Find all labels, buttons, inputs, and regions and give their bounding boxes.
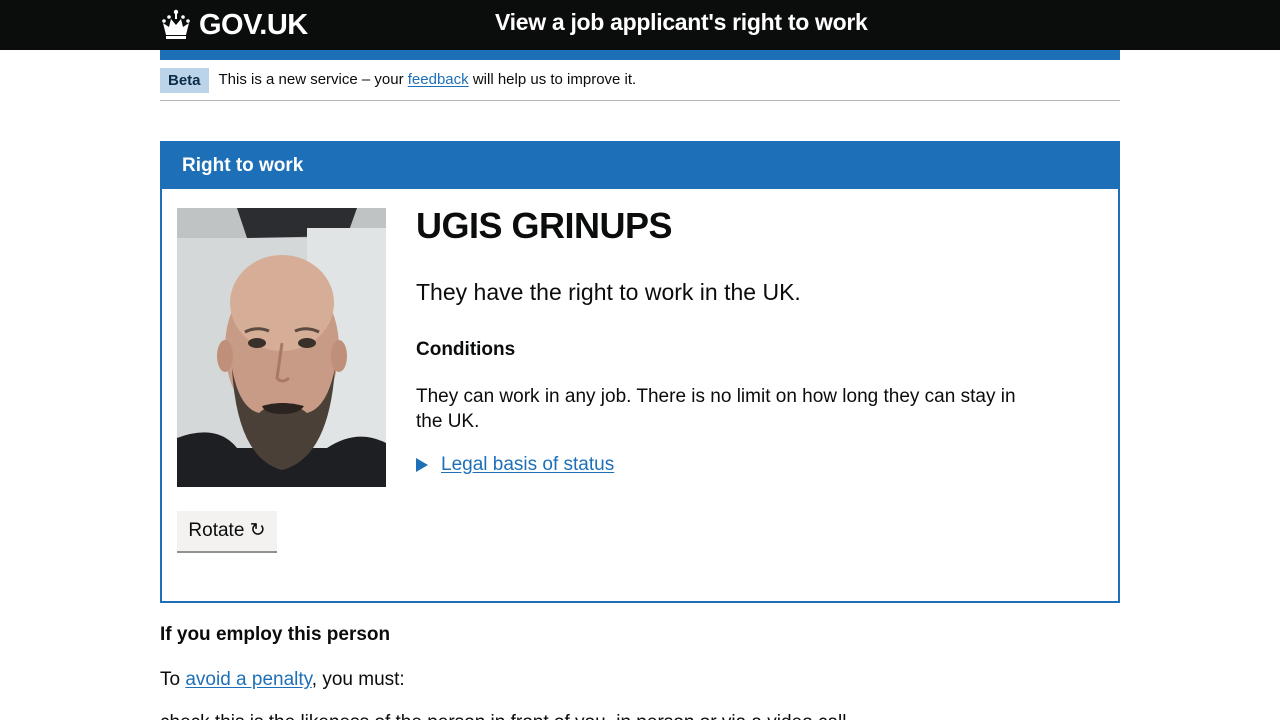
applicant-photo-image: [177, 208, 386, 487]
logo-text: GOV.UK: [199, 8, 308, 41]
rotate-button[interactable]: Rotate ↻: [177, 511, 277, 551]
phase-text-after: will help us to improve it.: [472, 71, 637, 88]
govuk-logo-link[interactable]: GOV.UK: [160, 5, 308, 45]
phase-banner: Beta This is a new service – your feedba…: [160, 68, 1120, 101]
list-item: check this is the likeness of the person…: [160, 712, 846, 720]
penalty-text-after: , you must:: [311, 669, 405, 690]
panel-heading: Right to work: [162, 143, 1118, 189]
employ-heading: If you employ this person: [160, 624, 391, 645]
header-blue-bar: [160, 50, 1120, 60]
conditions-text: They can work in any job. There is no li…: [416, 386, 1016, 432]
site-header: GOV.UK View a job applicant's right to w…: [0, 0, 1280, 50]
phase-text-before: This is a new service – your: [218, 71, 404, 88]
right-to-work-status: They have the right to work in the UK.: [416, 279, 801, 305]
avoid-penalty-link[interactable]: avoid a penalty: [185, 669, 311, 690]
penalty-text-before: To: [160, 669, 181, 690]
legal-basis-link[interactable]: Legal basis of status: [441, 454, 614, 476]
phase-banner-text: This is a new service – your feedback wi…: [219, 68, 637, 92]
conditions-heading: Conditions: [416, 339, 516, 360]
crown-icon: [162, 9, 190, 39]
applicant-name: UGIS GRINUPS: [416, 205, 673, 246]
right-to-work-panel: Right to work Rotate ↻ UGIS GRINUPS They…: [160, 141, 1120, 603]
service-name-link[interactable]: View a job applicant's right to work: [495, 9, 868, 36]
feedback-link[interactable]: feedback: [408, 71, 469, 88]
applicant-photo: [177, 208, 386, 487]
beta-tag: Beta: [160, 68, 209, 93]
legal-basis-details[interactable]: Legal basis of status: [416, 454, 614, 476]
expand-triangle-icon: [416, 458, 428, 472]
penalty-text: To avoid a penalty, you must:: [160, 669, 405, 691]
